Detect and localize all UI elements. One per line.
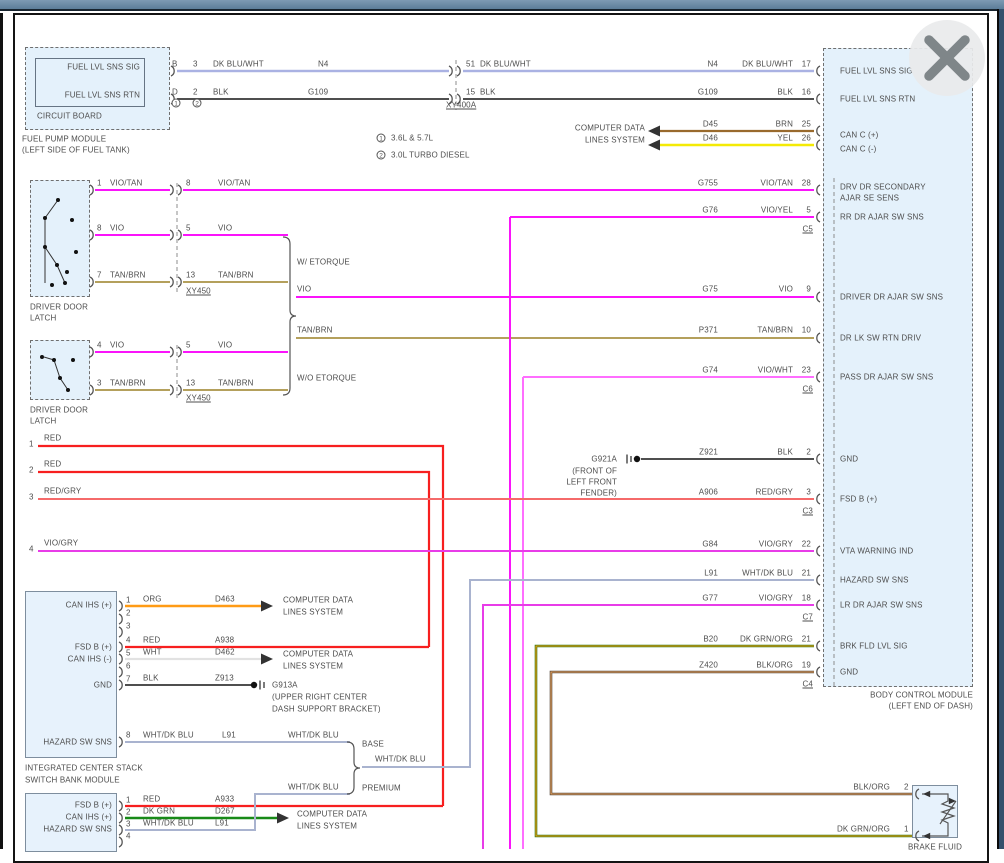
pin-arc (90, 347, 93, 357)
ground-icon (251, 682, 257, 688)
pin-arc (817, 494, 820, 504)
window-right-edge (997, 9, 1004, 849)
flow-arrow-icon (261, 601, 273, 612)
latch-switch-contact (74, 250, 78, 254)
pin-arc (90, 277, 93, 287)
pin-arc (178, 347, 181, 357)
pin-arc (916, 789, 919, 799)
flow-arrow-icon (648, 126, 660, 137)
pin-arc (170, 277, 173, 287)
latch-switch-contact (50, 283, 54, 287)
latch-switch-contact (71, 358, 75, 362)
option-brace (347, 742, 360, 794)
pin-arc (449, 66, 452, 76)
pin-arc (817, 212, 820, 222)
latch-switch-contact (52, 358, 56, 362)
pin-arc (90, 230, 93, 240)
wire (125, 794, 350, 830)
pin-arc (457, 94, 460, 104)
pin-arc (817, 126, 820, 136)
pin-arc (178, 185, 181, 195)
latch-switch-contact (70, 218, 74, 222)
pin-arc (817, 372, 820, 382)
latch-switch-contact (66, 388, 70, 392)
option-brace (283, 237, 296, 395)
latch-switch-contact (43, 216, 47, 220)
pin-arc (817, 66, 820, 76)
pin-arc (119, 667, 122, 677)
pin-arc (457, 66, 460, 76)
pin-arc (170, 230, 173, 240)
pin-arc (90, 185, 93, 195)
wire (483, 605, 814, 849)
pin-arc (170, 185, 173, 195)
latch-switch-contact (40, 355, 44, 359)
latch-switch-contact (55, 263, 59, 267)
pin-arc (817, 575, 820, 585)
window-top-bar (0, 0, 1004, 11)
pin-arc (119, 680, 122, 690)
pin-arc (90, 385, 93, 395)
pin-arc (817, 140, 820, 150)
ground-icon (634, 456, 640, 462)
pin-arc (119, 654, 122, 664)
pin-arc (119, 627, 122, 637)
close-button[interactable] (909, 20, 985, 96)
pin-arc (171, 66, 174, 76)
latch-switch-contact (56, 198, 60, 202)
wires-layer (0, 0, 1004, 849)
pin-arc (817, 546, 820, 556)
pin-arc (817, 94, 820, 104)
pin-arc (817, 185, 820, 195)
pin-arc (817, 600, 820, 610)
pin-arc (119, 825, 122, 835)
pin-arc (817, 292, 820, 302)
pin-arc (119, 614, 122, 624)
pin-arc (817, 333, 820, 343)
pin-arc (119, 737, 122, 747)
wire-stripe (551, 672, 912, 794)
pin-arc (170, 347, 173, 357)
pin-arc (817, 667, 820, 677)
pin-arc (178, 230, 181, 240)
pin-arc (119, 813, 122, 823)
wire-stripe (536, 646, 912, 836)
latch-switch-contact (58, 376, 62, 380)
pin-arc (916, 831, 919, 841)
wire (536, 646, 912, 836)
pin-arc (449, 94, 452, 104)
flow-arrow-icon (277, 813, 289, 824)
wire (551, 672, 912, 794)
pin-arc (817, 641, 820, 651)
pin-arc (817, 454, 820, 464)
x-icon (909, 20, 985, 96)
latch-switch-symbol (45, 200, 58, 283)
latch-switch-symbol (54, 360, 68, 390)
pin-arc (178, 277, 181, 287)
flow-arrow-icon (923, 833, 930, 840)
latch-switch-contact (63, 281, 67, 285)
pin-arc (171, 94, 174, 104)
flow-arrow-icon (261, 654, 273, 665)
flow-arrow-icon (923, 791, 930, 798)
pin-arc (119, 801, 122, 811)
pin-arc (119, 837, 122, 847)
latch-switch-contact (65, 270, 69, 274)
pin-arc (119, 642, 122, 652)
latch-switch-contact (43, 245, 47, 249)
wiring-diagram-viewer: FUEL LVL SNS SIGFUEL LVL SNS RTNCIRCUIT … (0, 0, 1004, 849)
pin-arc (170, 385, 173, 395)
flow-arrow-icon (648, 140, 660, 151)
pin-arc (119, 601, 122, 611)
pin-arc (178, 385, 181, 395)
